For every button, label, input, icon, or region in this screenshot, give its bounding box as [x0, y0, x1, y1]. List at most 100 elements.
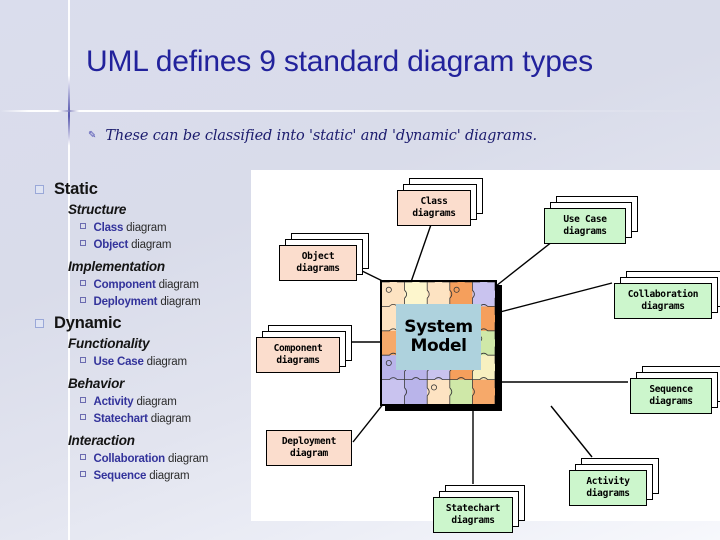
connector-deployment	[352, 402, 385, 443]
card-sequence-diagrams[interactable]: Sequence diagrams	[630, 378, 712, 414]
outline-item: Activity diagram	[80, 394, 254, 411]
card-activity-diagrams[interactable]: Activity diagrams	[569, 470, 647, 506]
card-class-diagrams[interactable]: Class diagrams	[397, 190, 471, 226]
small-square-bullet-icon	[80, 397, 86, 403]
outline-item-suffix: diagram	[146, 469, 190, 482]
outline-item-suffix: diagram	[165, 452, 209, 465]
card-line1: Collaboration	[627, 289, 699, 301]
outline-item-label: Statechart diagram	[93, 411, 192, 428]
diagram-panel: Class diagrams Use Case diagrams Object diagr…	[251, 170, 720, 533]
system-model-line1: System	[404, 316, 473, 337]
card-line1: Component	[273, 343, 323, 355]
outline-item-keyword: Use Case	[93, 355, 144, 368]
outline-item: Statechart diagram	[80, 411, 254, 428]
outline-item-keyword: Activity	[93, 395, 134, 408]
small-square-bullet-icon	[80, 471, 86, 477]
outline-item: Deployment diagram	[80, 294, 254, 311]
outline-item-suffix: diagram	[147, 412, 191, 425]
card-use-case-diagrams[interactable]: Use Case diagrams	[544, 208, 626, 244]
card-line2: diagram	[290, 448, 328, 459]
outline-item-keyword: Deployment	[93, 295, 158, 308]
small-square-bullet-icon	[80, 297, 86, 303]
outline-item-label: Activity diagram	[94, 394, 177, 411]
outline-item-suffix: diagram	[128, 238, 172, 251]
system-model-line2: Model	[410, 336, 467, 356]
small-square-bullet-icon	[80, 223, 86, 229]
card-line1: Activity	[586, 476, 630, 488]
card-line1: Statechart	[445, 503, 501, 515]
outline-item-keyword: Class	[93, 221, 124, 234]
outline-section-static: Static	[35, 180, 254, 199]
outline-item-label: Use Case diagram	[93, 354, 188, 371]
outline-item-label: Component diagram	[94, 277, 199, 294]
small-square-bullet-icon	[80, 240, 86, 246]
puzzle-tile	[427, 379, 451, 404]
card-line2: diagrams	[451, 515, 495, 526]
small-square-bullet-icon	[80, 454, 86, 460]
card-line1: Sequence	[649, 384, 693, 396]
card-statechart-diagrams[interactable]: Statechart diagrams	[433, 497, 513, 533]
outline-item-suffix: diagram	[123, 221, 167, 234]
small-square-bullet-icon	[80, 357, 86, 363]
outline-item: Object diagram	[80, 237, 254, 254]
square-bullet-icon	[35, 185, 44, 194]
outline-item-label: Sequence diagram	[94, 468, 190, 485]
card-collaboration-diagrams[interactable]: Collaboration diagrams	[614, 283, 712, 319]
outline-list: Static Structure Class diagram Object diagr…	[24, 180, 254, 488]
card-line2: diagrams	[412, 208, 456, 219]
outline-section-label: Dynamic	[54, 314, 122, 333]
card-line2: diagrams	[296, 263, 340, 274]
outline-item-keyword: Collaboration	[93, 452, 166, 465]
slide: UML defines 9 standard diagram types ✎ T…	[0, 0, 720, 540]
outline-item-label: Deployment diagram	[94, 294, 201, 311]
outline-group-label: Behavior	[68, 375, 125, 391]
puzzle-tile	[382, 379, 406, 404]
outline-group-label: Interaction	[68, 433, 135, 448]
puzzle-tile	[472, 379, 495, 404]
outline-item-suffix: diagram	[143, 355, 187, 368]
card-line2: diagrams	[641, 301, 685, 312]
pencil-bullet-icon: ✎	[88, 130, 97, 141]
square-bullet-icon	[35, 319, 44, 329]
system-model-node[interactable]: System Model	[380, 280, 497, 406]
outline-item-label: Class diagram	[94, 220, 167, 237]
outline-item-label: Object diagram	[94, 237, 172, 254]
small-square-bullet-icon	[80, 414, 86, 420]
outline-item: Class diagram	[80, 220, 254, 237]
puzzle-tile	[404, 379, 428, 404]
subtitle-row: ✎ These can be classified into 'static' …	[88, 128, 648, 144]
card-line1: Deployment	[281, 436, 337, 448]
outline-item-suffix: diagram	[155, 278, 199, 291]
outline-group-label: Implementation	[68, 259, 165, 275]
outline-item-keyword: Statechart	[93, 412, 148, 425]
subtitle-text: These can be classified into 'static' an…	[105, 128, 537, 144]
system-model-label: System Model	[396, 304, 481, 370]
card-line2: diagrams	[586, 488, 630, 499]
outline-item-suffix: diagram	[157, 295, 201, 308]
card-deployment-diagram[interactable]: Deployment diagram	[266, 430, 352, 466]
outline-item-keyword: Object	[93, 238, 129, 251]
card-line1: Object	[301, 251, 335, 263]
card-line2: diagrams	[649, 396, 693, 407]
outline-item: Collaboration diagram	[80, 451, 254, 468]
connector-activity	[550, 405, 593, 458]
card-component-diagrams[interactable]: Component diagrams	[256, 337, 340, 373]
outline-item: Sequence diagram	[80, 468, 254, 485]
outline-group-label: Structure	[68, 202, 127, 217]
page-title: UML defines 9 standard diagram types	[86, 45, 593, 79]
card-object-diagrams[interactable]: Object diagrams	[279, 245, 357, 281]
outline-item-keyword: Component	[93, 278, 156, 291]
outline-group-label: Functionality	[68, 336, 150, 352]
outline-item-label: Collaboration diagram	[94, 451, 209, 468]
outline-item: Use Case diagram	[80, 354, 254, 371]
outline-item-keyword: Sequence	[93, 469, 147, 482]
outline-section-label: Static	[54, 180, 98, 198]
diagram-canvas: Class diagrams Use Case diagrams Object diagr…	[251, 170, 720, 533]
card-line1: Use Case	[563, 214, 607, 226]
connector-collaboration	[499, 282, 613, 313]
outline-section-dynamic: Dynamic	[35, 314, 254, 333]
puzzle-tile	[449, 379, 473, 404]
card-line1: Class	[420, 196, 448, 208]
card-line2: diagrams	[563, 226, 607, 237]
